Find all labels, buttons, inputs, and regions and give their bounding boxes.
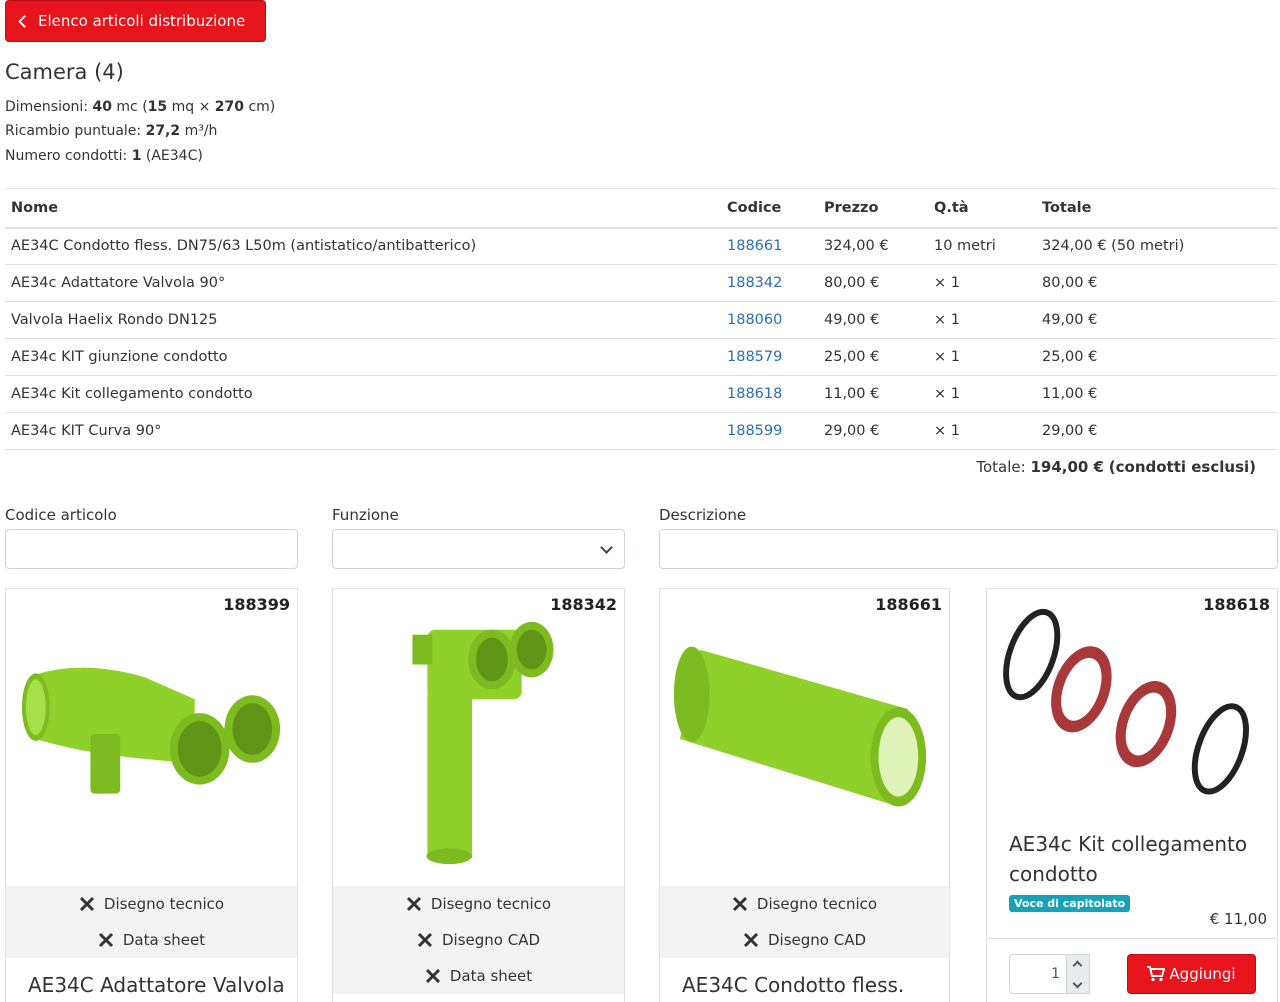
table-header-row: Nome Codice Prezzo Q.tà Totale (5, 188, 1278, 229)
cad-drawing-link[interactable]: Disegno CAD (333, 922, 624, 958)
tools-icon (732, 896, 747, 912)
table-row: AE34c KIT giunzione condotto 188579 25,0… (5, 338, 1278, 376)
row-qty: × 1 (928, 301, 1036, 339)
row-price: 324,00 € (818, 227, 928, 265)
row-qty: × 1 (928, 264, 1036, 302)
ducts-line: Numero condotti: 1 (AE34C) (5, 148, 203, 164)
product-card: 188618 (986, 588, 1278, 1002)
cart-icon (1147, 966, 1166, 982)
row-qty: × 1 (928, 375, 1036, 413)
row-total: 49,00 € (1036, 301, 1278, 339)
code-filter-input[interactable] (5, 529, 298, 569)
description-filter-input[interactable] (659, 529, 1278, 569)
chevron-left-icon (18, 14, 31, 28)
row-total: 25,00 € (1036, 338, 1278, 376)
header-total: Totale (1036, 188, 1278, 229)
card-product-name-line2: condotto (1009, 862, 1098, 886)
card-product-name: AE34C Condotto fless. (682, 973, 905, 997)
product-card: 188342 Disegno tecnico Disegno CAD Data … (332, 588, 625, 1002)
table-row: Valvola Haelix Rondo DN125 188060 49,00 … (5, 301, 1278, 339)
card-code: 188342 (550, 595, 617, 614)
product-image-flex-duct (673, 646, 927, 807)
technical-drawing-link[interactable]: Disegno tecnico (660, 886, 949, 922)
add-to-cart-button[interactable]: Aggiungi (1127, 954, 1256, 994)
table-row: AE34c Adattatore Valvola 90° 188342 80,0… (5, 264, 1278, 302)
tools-icon (743, 932, 759, 948)
row-code-link[interactable]: 188661 (721, 227, 818, 265)
row-price: 25,00 € (818, 338, 928, 376)
row-total: 29,00 € (1036, 412, 1278, 450)
exchange-line: Ricambio puntuale: 27,2 m³/h (5, 123, 218, 139)
quantity-input[interactable]: 1 (1009, 954, 1067, 994)
row-code-link[interactable]: 188579 (721, 338, 818, 376)
row-name: AE34c KIT Curva 90° (5, 412, 721, 450)
quantity-stepper[interactable] (1066, 954, 1090, 994)
card-links: Disegno tecnico Disegno CAD (660, 886, 949, 958)
table-row: AE34c KIT Curva 90° 188599 29,00 € × 1 2… (5, 412, 1278, 450)
row-code-link[interactable]: 188599 (721, 412, 818, 450)
tender-item-badge: Voce di capitolato (1009, 895, 1131, 912)
grand-total: Totale: 194,00 € (condotti esclusi) (976, 458, 1256, 476)
row-name: Valvola Haelix Rondo DN125 (5, 301, 721, 339)
card-links: Disegno tecnico Disegno CAD Data sheet (333, 886, 624, 994)
data-sheet-link[interactable]: Data sheet (6, 922, 297, 958)
row-qty: × 1 (928, 412, 1036, 450)
items-table: Nome Codice Prezzo Q.tà Totale AE34C Con… (5, 188, 1278, 450)
card-code: 188618 (1203, 595, 1270, 614)
row-total: 11,00 € (1036, 375, 1278, 413)
tools-icon (406, 896, 421, 912)
dimensions-line: Dimensioni: 40 mc (15 mq × 270 cm) (5, 99, 276, 115)
row-code-link[interactable]: 188060 (721, 301, 818, 339)
product-card: 188661 Disegno tecnico Disegno CAD AE34C… (659, 588, 950, 1002)
card-code: 188661 (875, 595, 942, 614)
product-image-valve-adapter (412, 621, 554, 865)
row-code-link[interactable]: 188342 (721, 264, 818, 302)
row-total: 324,00 € (50 metri) (1036, 227, 1278, 265)
code-filter-label: Codice articolo (5, 506, 117, 524)
chevron-up-icon[interactable] (1072, 960, 1083, 971)
row-code-link[interactable]: 188618 (721, 375, 818, 413)
cad-drawing-link[interactable]: Disegno CAD (660, 922, 949, 958)
chevron-down-icon (600, 541, 613, 554)
header-price: Prezzo (818, 188, 928, 229)
row-price: 49,00 € (818, 301, 928, 339)
card-links: Disegno tecnico Data sheet (6, 886, 297, 958)
function-filter-select[interactable] (332, 529, 625, 569)
back-to-list-button[interactable]: Elenco articoli distribuzione (5, 0, 266, 42)
row-name: AE34c Adattatore Valvola 90° (5, 264, 721, 302)
row-name: AE34c Kit collegamento condotto (5, 375, 721, 413)
page-title: Camera (4) (5, 60, 124, 84)
chevron-down-icon[interactable] (1072, 978, 1083, 989)
tools-icon (417, 932, 433, 948)
function-filter-label: Funzione (332, 506, 399, 524)
header-name: Nome (5, 188, 721, 229)
table-row: AE34C Condotto fless. DN75/63 L50m (anti… (5, 227, 1278, 265)
row-name: AE34c KIT giunzione condotto (5, 338, 721, 376)
data-sheet-link[interactable]: Data sheet (333, 958, 624, 994)
technical-drawing-link[interactable]: Disegno tecnico (333, 886, 624, 922)
tools-icon (79, 896, 94, 912)
back-button-label: Elenco articoli distribuzione (38, 12, 246, 30)
card-code: 188399 (223, 595, 290, 614)
tools-icon (98, 932, 113, 948)
tools-icon (425, 968, 440, 984)
row-price: 11,00 € (818, 375, 928, 413)
technical-drawing-link[interactable]: Disegno tecnico (6, 886, 297, 922)
card-product-name: AE34C Adattatore Valvola (28, 973, 285, 997)
card-price: € 11,00 (1209, 910, 1267, 928)
description-filter-label: Descrizione (659, 506, 747, 524)
row-price: 29,00 € (818, 412, 928, 450)
product-image-adapter (21, 667, 281, 794)
row-qty: × 1 (928, 338, 1036, 376)
row-qty: 10 metri (928, 227, 1036, 265)
row-name: AE34C Condotto fless. DN75/63 L50m (anti… (5, 227, 721, 265)
row-total: 80,00 € (1036, 264, 1278, 302)
card-footer-divider (986, 938, 1278, 939)
header-qty: Q.tà (928, 188, 1036, 229)
table-row: AE34c Kit collegamento condotto 188618 1… (5, 375, 1278, 413)
card-product-name-line1: AE34c Kit collegamento (1009, 832, 1248, 856)
row-price: 80,00 € (818, 264, 928, 302)
product-card: 188399 Disegno tecnico Data sheet AE34C … (5, 588, 298, 1002)
header-code: Codice (721, 188, 818, 229)
